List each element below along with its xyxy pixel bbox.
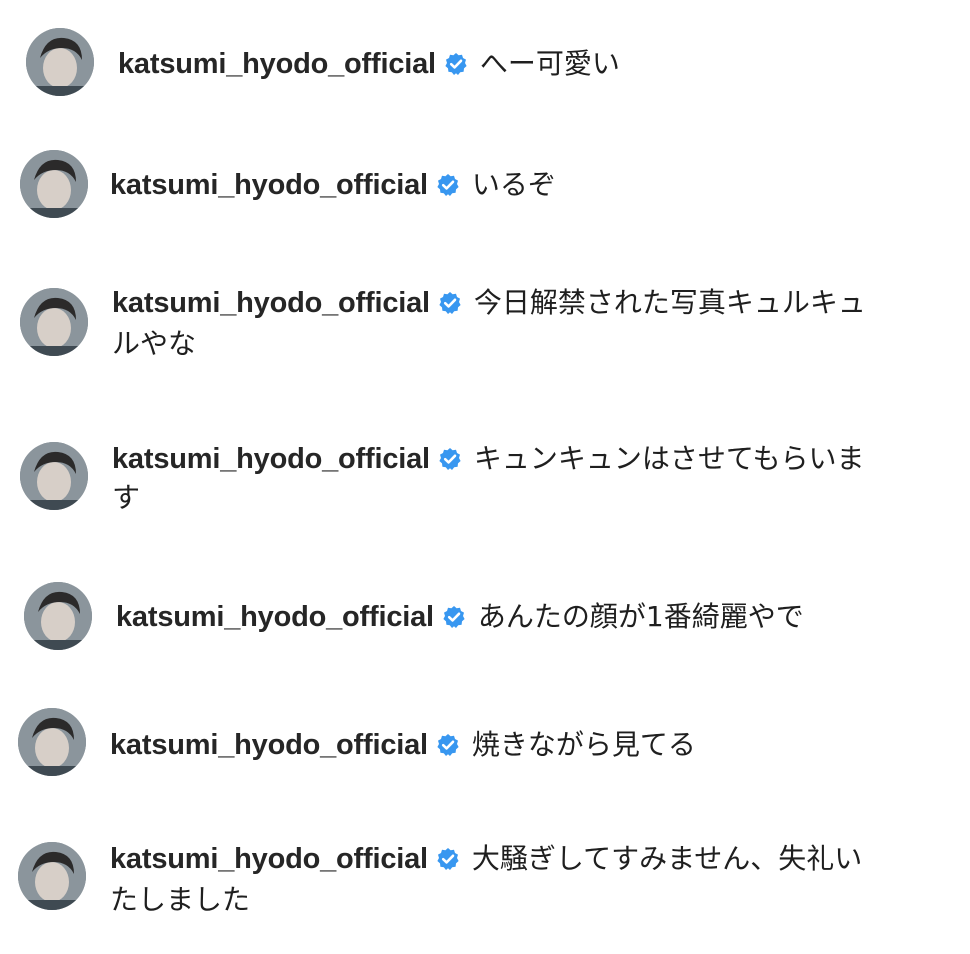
comment-text: 今日解禁された写真キュルキュ: [473, 286, 866, 319]
profile-photo-avatar[interactable]: [20, 288, 88, 356]
profile-photo-avatar[interactable]: [20, 150, 88, 218]
verified-badge-icon: [437, 734, 459, 756]
verified-badge-icon: [439, 292, 461, 314]
profile-photo-avatar[interactable]: [20, 442, 88, 510]
comment-text: いるぞ: [471, 168, 556, 201]
profile-photo-avatar[interactable]: [18, 842, 86, 910]
comment-text: へー可愛い: [479, 47, 620, 80]
username[interactable]: katsumi_hyodo_official: [112, 443, 430, 475]
verified-badge-icon: [439, 448, 461, 470]
comment-text-continuation: ルやな: [112, 327, 197, 360]
username[interactable]: katsumi_hyodo_official: [118, 48, 436, 80]
username[interactable]: katsumi_hyodo_official: [112, 287, 430, 319]
profile-photo-avatar[interactable]: [18, 708, 86, 776]
comment-text: あんたの顔が1番綺麗やで: [477, 600, 804, 633]
comment-text-continuation: す: [112, 481, 141, 514]
profile-photo-avatar[interactable]: [26, 28, 94, 96]
verified-badge-icon: [445, 53, 467, 75]
profile-photo-avatar[interactable]: [24, 582, 92, 650]
verified-badge-icon: [437, 848, 459, 870]
username[interactable]: katsumi_hyodo_official: [110, 169, 428, 201]
verified-badge-icon: [443, 606, 465, 628]
username[interactable]: katsumi_hyodo_official: [110, 843, 428, 875]
comment-list: katsumi_hyodo_official へー可愛い katsumi_hyod…: [0, 0, 970, 954]
comment-text-continuation: たしました: [110, 883, 251, 916]
comment-text: キュンキュンはさせてもらいま: [473, 442, 865, 475]
comment-text: 大騒ぎしてすみません、失礼い: [471, 842, 863, 875]
verified-badge-icon: [437, 174, 459, 196]
username[interactable]: katsumi_hyodo_official: [116, 601, 434, 633]
username[interactable]: katsumi_hyodo_official: [110, 729, 428, 761]
comment-text: 焼きながら見てる: [471, 728, 696, 761]
